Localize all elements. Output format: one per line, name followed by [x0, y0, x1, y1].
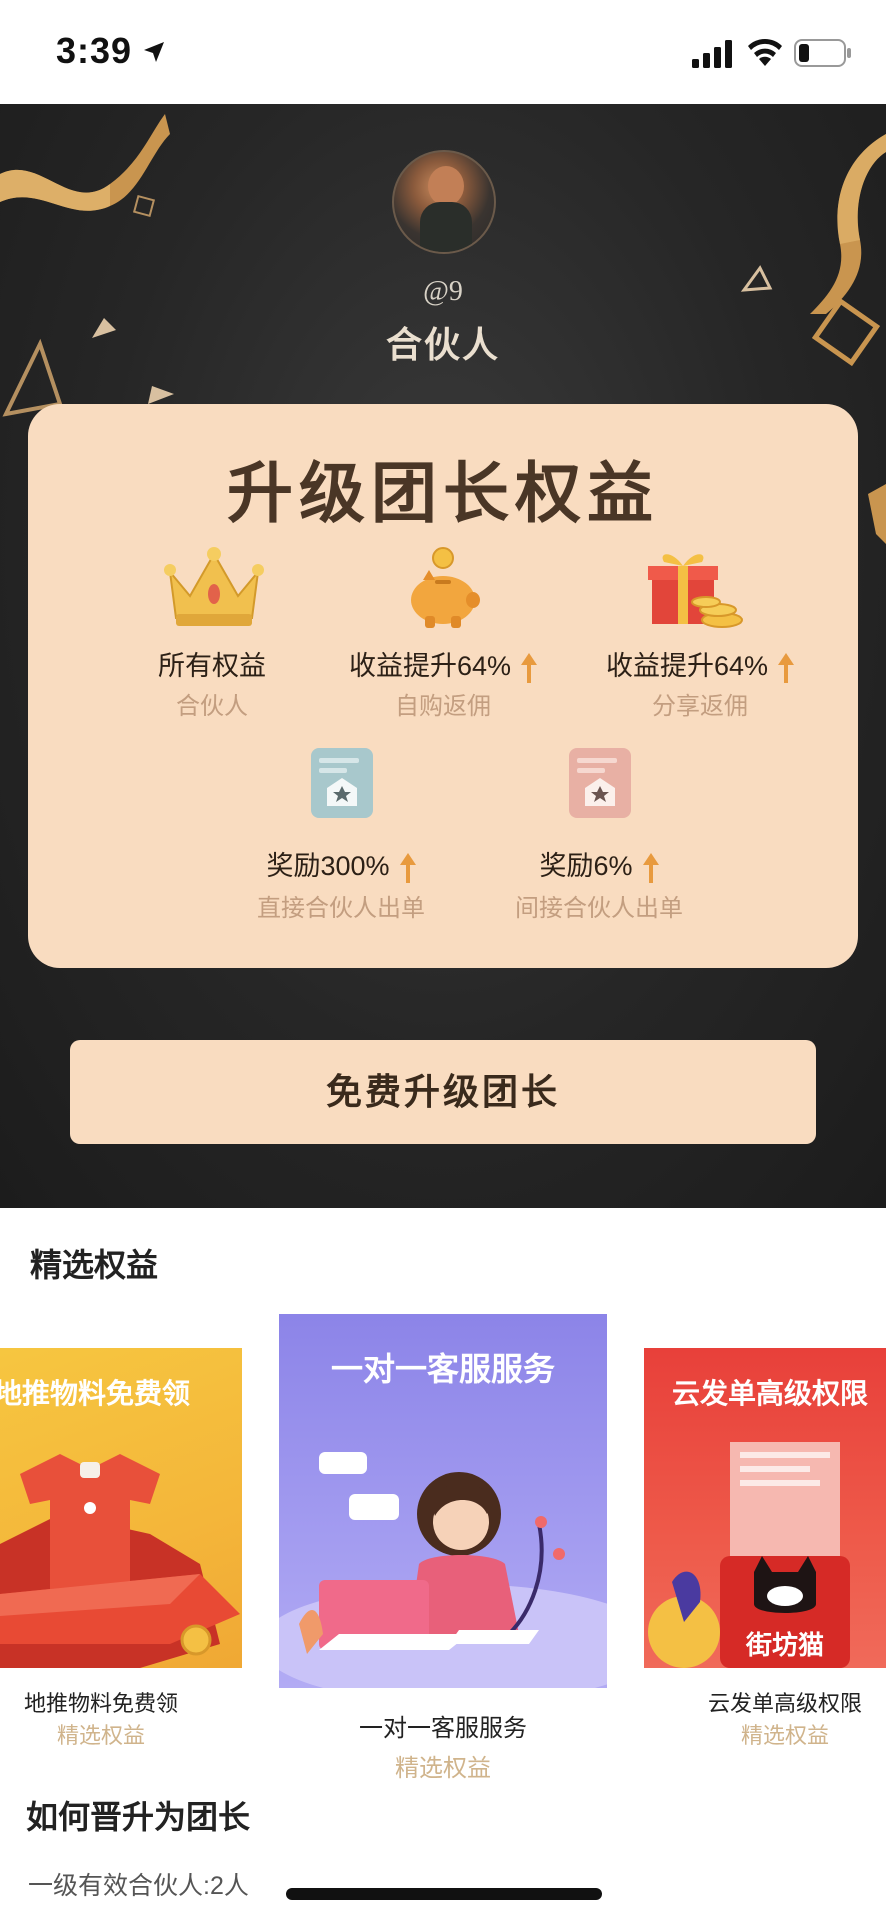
- up-arrow-icon: [642, 852, 659, 883]
- benefit-item: 所有权益 合伙人: [82, 546, 342, 720]
- promotion-section-title: 如何晋升为团长: [26, 1799, 251, 1835]
- benefit-item: 收益提升64% 分享返佣: [570, 546, 830, 720]
- benefit-sub-text: 直接合伙人出单: [257, 895, 425, 922]
- home-indicator[interactable]: [286, 1888, 602, 1900]
- cellular-signal-icon: [692, 40, 732, 68]
- benefits-card: 升级团长权益 所有权益 合伙人 收益提升64% 自购返佣 收益提升64% 分享返…: [28, 404, 858, 968]
- promotion-requirement: 一级有效合伙人:2人: [28, 1872, 249, 1900]
- benefit-main-text: 收益提升64%: [348, 651, 512, 681]
- user-handle: @9: [423, 276, 463, 307]
- up-arrow-icon: [399, 852, 416, 883]
- benefit-sub-text: 自购返佣: [395, 693, 491, 720]
- benefits-card-title: 升级团长权益: [227, 456, 659, 530]
- user-avatar[interactable]: [392, 150, 496, 254]
- featured-card-sub: 精选权益: [740, 1723, 829, 1748]
- featured-card-materials[interactable]: 地推物料免费领: [0, 1348, 242, 1668]
- benefit-main-text: 所有权益: [158, 651, 266, 681]
- featured-card-sub: 精选权益: [395, 1755, 491, 1782]
- svg-text:街坊猫: 街坊猫: [745, 1630, 824, 1660]
- piggy-bank-icon: [411, 547, 480, 628]
- featured-card-banner: 地推物料免费领: [0, 1378, 191, 1409]
- gold-ribbon-decoration: [868, 484, 886, 544]
- gift-box-icon: [648, 554, 743, 628]
- benefit-main-text: 奖励300%: [266, 851, 390, 881]
- location-arrow-icon: [144, 42, 164, 62]
- up-arrow-icon: [778, 652, 795, 683]
- benefit-item: 奖励300% 直接合伙人出单: [211, 746, 471, 926]
- up-arrow-icon: [521, 652, 538, 683]
- benefit-sub-text: 合伙人: [176, 693, 248, 720]
- benefit-main-text: 收益提升64%: [605, 651, 769, 681]
- benefit-item: 奖励6% 间接合伙人出单: [469, 746, 729, 926]
- benefit-sub-text: 间接合伙人出单: [515, 895, 683, 922]
- benefit-main-text: 奖励6%: [539, 851, 633, 881]
- t-shirt-gift-box-icon: [0, 1454, 240, 1668]
- partner-badge-icon: [311, 748, 373, 818]
- featured-card-caption: 地推物料免费领: [23, 1691, 178, 1716]
- featured-section-title: 精选权益: [30, 1247, 159, 1283]
- battery-icon: [794, 39, 851, 67]
- featured-card-caption: 一对一客服服务: [359, 1715, 527, 1742]
- featured-card-customer-service[interactable]: 一对一客服服务: [279, 1314, 607, 1688]
- featured-card-banner: 一对一客服服务: [330, 1351, 555, 1387]
- status-bar: 3:39: [0, 0, 886, 104]
- street-cat-mascot-icon: 街坊猫: [648, 1442, 850, 1668]
- featured-card-cloud-posting[interactable]: 云发单高级权限 街坊猫: [644, 1348, 886, 1668]
- customer-service-agent-icon: [279, 1452, 607, 1688]
- featured-card-sub: 精选权益: [56, 1723, 145, 1748]
- benefit-sub-text: 分享返佣: [652, 693, 748, 720]
- featured-card-banner: 云发单高级权限: [672, 1378, 869, 1409]
- benefit-item: 收益提升64% 自购返佣: [313, 546, 573, 720]
- crown-icon: [164, 547, 264, 626]
- wifi-icon: [748, 38, 782, 66]
- partner-badge-icon: [569, 748, 631, 818]
- status-time: 3:39: [56, 30, 133, 71]
- user-role: 合伙人: [385, 324, 500, 365]
- free-upgrade-button[interactable]: 免费升级团长: [70, 1040, 816, 1144]
- confetti-square-icon: [132, 194, 156, 218]
- featured-card-caption: 云发单高级权限: [707, 1691, 862, 1716]
- gold-ribbon-decoration: [0, 114, 170, 211]
- hero-section: @9 合伙人 升级团长权益 所有权益 合伙人 收益提升64% 自购返佣 收益提升…: [0, 104, 886, 1208]
